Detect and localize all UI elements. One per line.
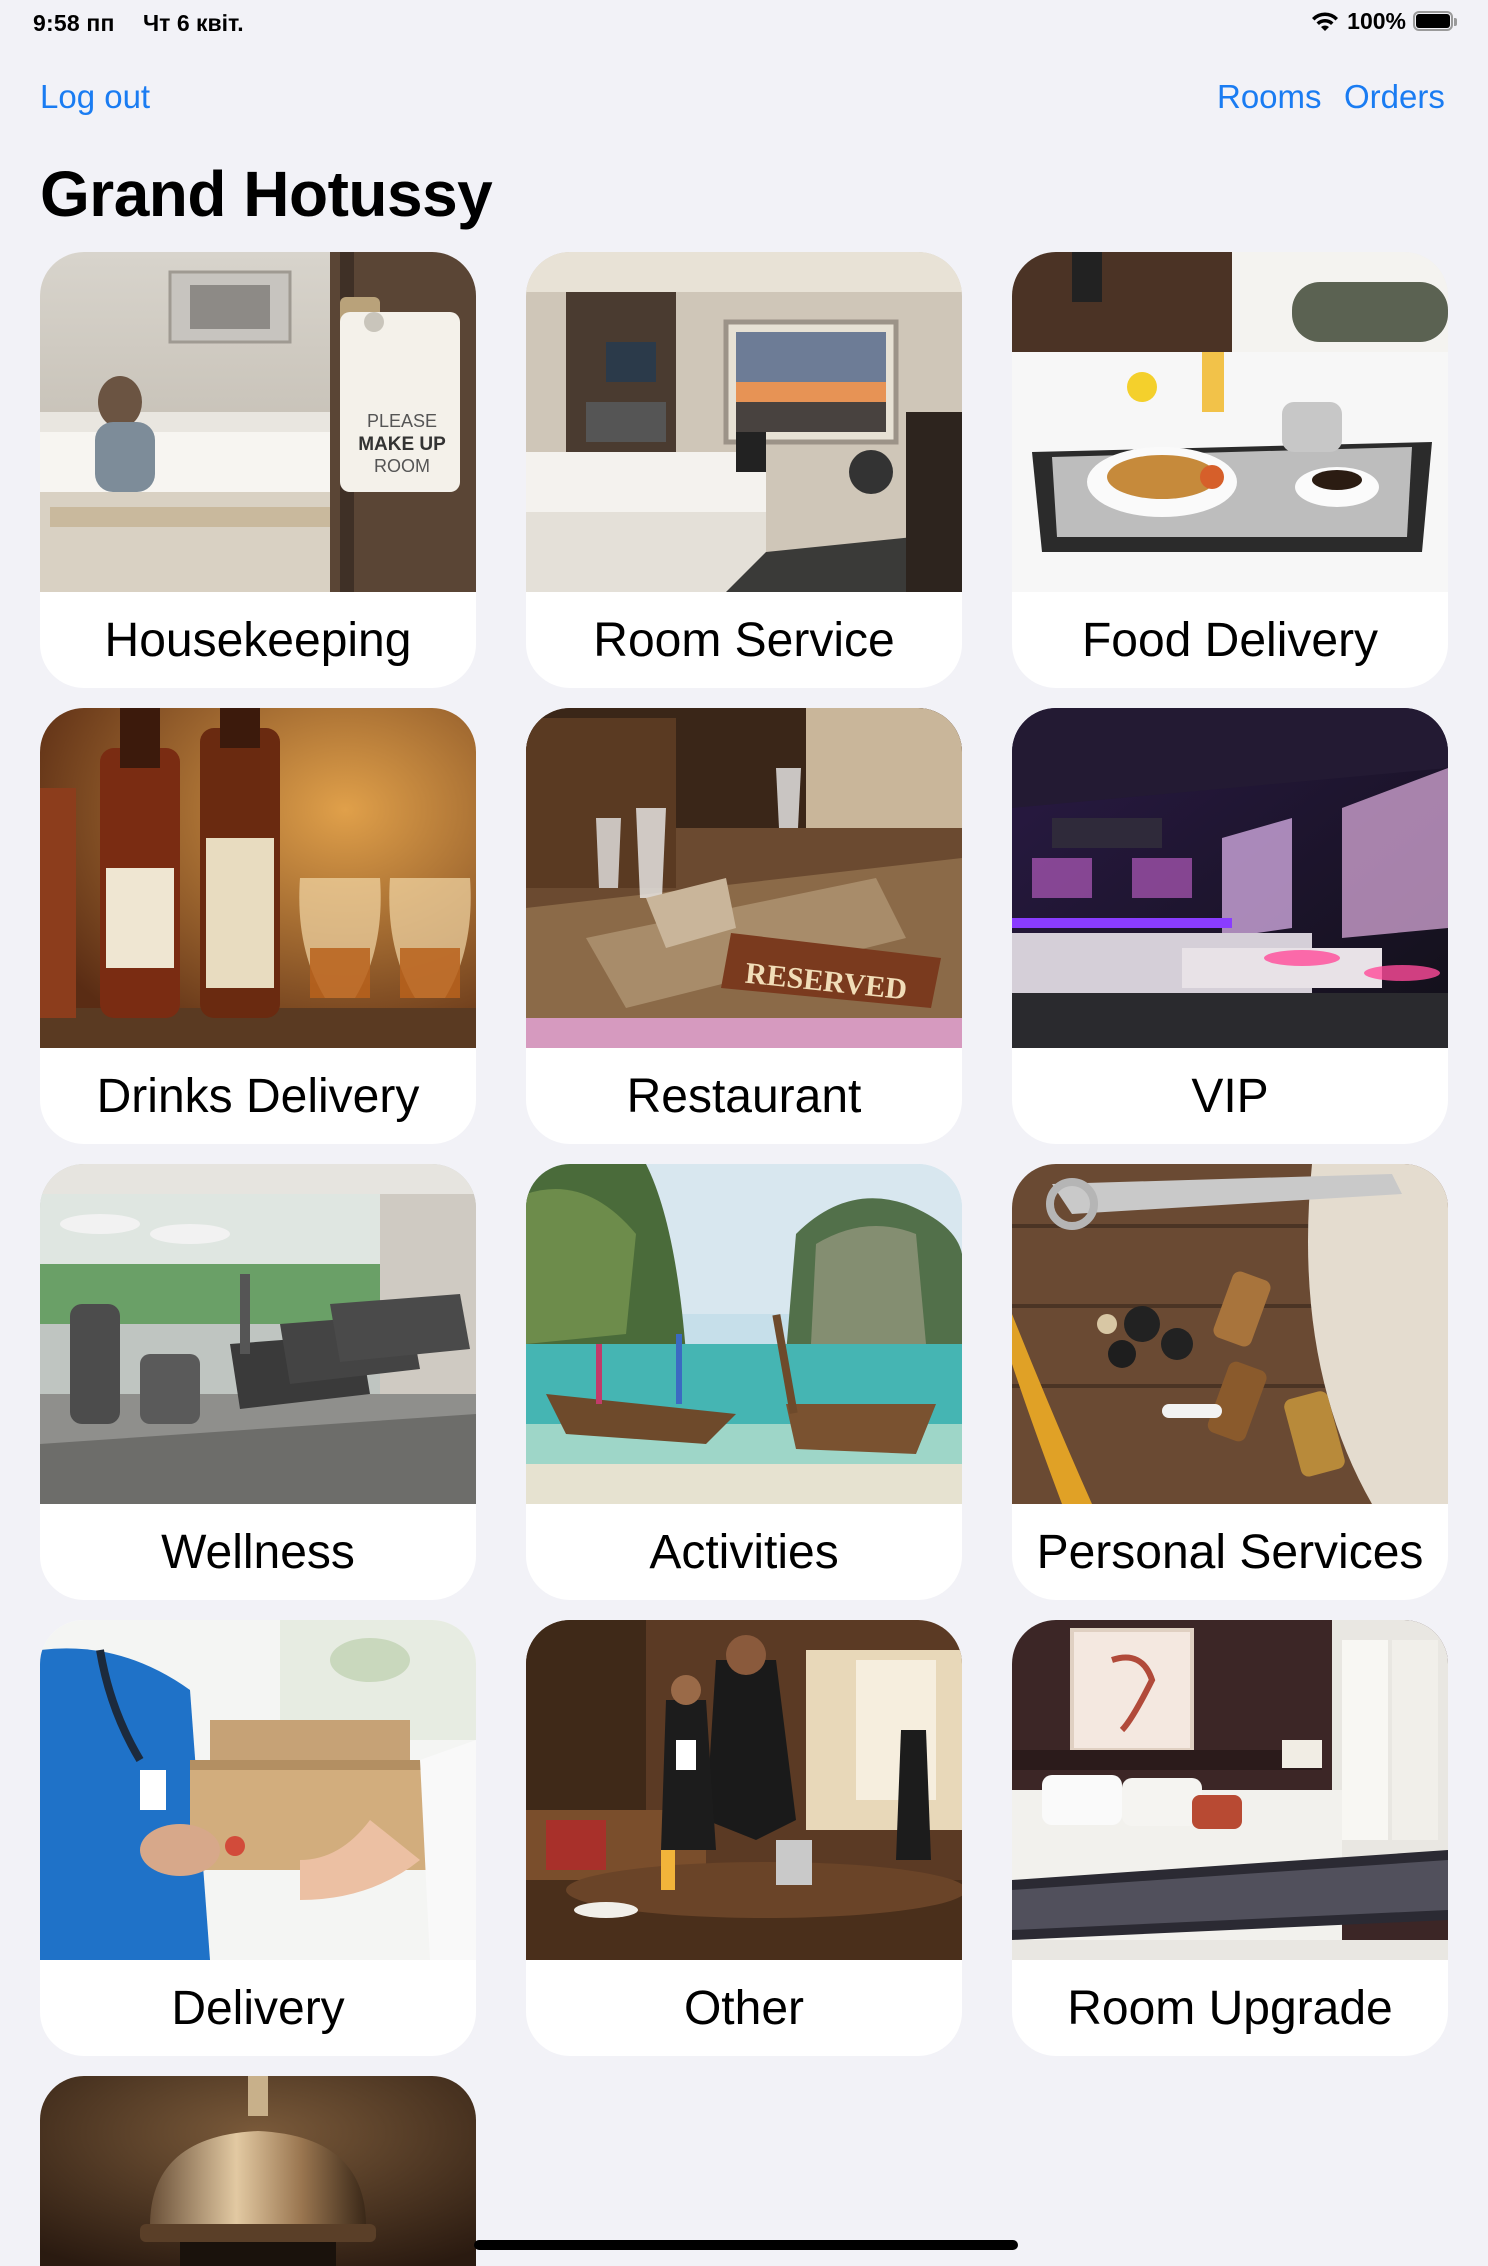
service-label: Housekeeping (104, 613, 412, 667)
housekeeping-photo: PLEASE MAKE UP ROOM (40, 252, 476, 592)
page-title: Grand Hotussy (40, 158, 493, 230)
room-upgrade-photo (1012, 1620, 1448, 1960)
service-label: Restaurant (626, 1069, 862, 1123)
service-label: Activities (649, 1525, 839, 1579)
service-label: VIP (1191, 1069, 1269, 1123)
drinks-delivery-photo (40, 708, 476, 1048)
wifi-icon (1310, 11, 1340, 33)
status-date: Чт 6 квіт. (143, 10, 244, 36)
service-card-reception[interactable] (40, 2076, 476, 2266)
food-delivery-photo (1012, 252, 1448, 592)
service-card-room-upgrade[interactable]: Room Upgrade (1012, 1620, 1448, 2056)
service-card-personal-services[interactable]: Personal Services (1012, 1164, 1448, 1600)
service-label: Wellness (161, 1525, 355, 1579)
service-card-activities[interactable]: Activities (526, 1164, 962, 1600)
status-time: 9:58 пп (33, 10, 115, 36)
service-card-vip[interactable]: VIP (1012, 708, 1448, 1144)
battery-percentage: 100% (1347, 8, 1406, 34)
wellness-photo (40, 1164, 476, 1504)
service-label: Room Service (593, 613, 895, 667)
vip-photo (1012, 708, 1448, 1048)
battery-icon (1413, 10, 1459, 33)
status-indicators: 100% (1310, 8, 1459, 35)
door-sign-line-3: ROOM (374, 456, 430, 476)
service-card-food-delivery[interactable]: Food Delivery (1012, 252, 1448, 688)
service-card-other[interactable]: Other (526, 1620, 962, 2056)
service-label: Delivery (171, 1981, 345, 2035)
reception-bell-photo (40, 2076, 476, 2266)
logout-button[interactable]: Log out (40, 78, 150, 116)
service-card-drinks-delivery[interactable]: Drinks Delivery (40, 708, 476, 1144)
orders-button[interactable]: Orders (1344, 78, 1445, 116)
rooms-button[interactable]: Rooms (1217, 78, 1322, 116)
other-photo (526, 1620, 962, 1960)
home-indicator[interactable] (474, 2240, 1018, 2250)
service-label: Food Delivery (1081, 613, 1379, 667)
room-service-photo (526, 252, 962, 592)
service-card-wellness[interactable]: Wellness (40, 1164, 476, 1600)
door-sign-line-2: MAKE UP (358, 434, 446, 455)
status-bar: 9:58 пп Чт 6 квіт. 100% (0, 0, 1488, 48)
services-grid: PLEASE MAKE UP ROOM Housekeeping Room Se… (40, 252, 1448, 2266)
service-label: Drinks Delivery (96, 1069, 420, 1123)
service-label: Personal Services (1036, 1525, 1424, 1579)
service-label: Room Upgrade (1067, 1981, 1393, 2035)
service-card-housekeeping[interactable]: PLEASE MAKE UP ROOM Housekeeping (40, 252, 476, 688)
personal-services-photo (1012, 1164, 1448, 1504)
service-card-restaurant[interactable]: RESERVED Restaurant (526, 708, 962, 1144)
service-card-room-service[interactable]: Room Service (526, 252, 962, 688)
service-label: Other (683, 1981, 805, 2035)
delivery-photo (40, 1620, 476, 1960)
restaurant-photo: RESERVED (526, 708, 962, 1048)
activities-photo (526, 1164, 962, 1504)
service-card-delivery[interactable]: Delivery (40, 1620, 476, 2056)
door-sign-line-1: PLEASE (367, 411, 437, 431)
